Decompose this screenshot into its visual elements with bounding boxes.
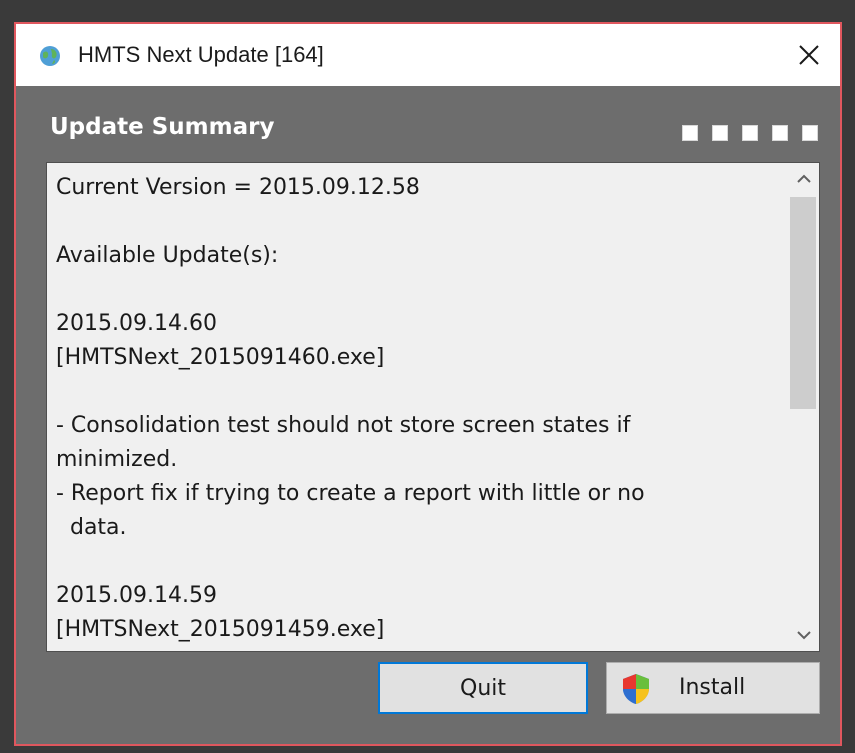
scroll-down-button[interactable] <box>788 619 819 651</box>
close-icon <box>799 45 819 65</box>
summary-line: 2015.09.14.59 <box>56 583 217 608</box>
quit-button[interactable]: Quit <box>378 662 588 714</box>
summary-line: 2015.09.14.60 <box>56 311 217 336</box>
chevron-up-icon <box>796 174 811 183</box>
vertical-scrollbar[interactable] <box>788 163 819 651</box>
globe-icon <box>40 46 60 66</box>
summary-line: - Consolidation test should not store sc… <box>56 413 631 438</box>
summary-line: [HMTSNext_2015091460.exe] <box>56 345 385 370</box>
title-bar[interactable]: HMTS Next Update [164] <box>16 24 840 86</box>
uac-shield-icon <box>623 674 649 704</box>
step-dot <box>802 125 818 141</box>
summary-line <box>56 273 786 307</box>
close-button[interactable] <box>778 24 840 86</box>
scrollbar-thumb[interactable] <box>790 197 816 409</box>
install-button[interactable]: Install <box>606 662 820 714</box>
summary-line: minimized. <box>56 447 178 472</box>
update-summary-textbox[interactable]: Current Version = 2015.09.12.58 Availabl… <box>46 162 820 652</box>
step-dot <box>712 125 728 141</box>
update-dialog: HMTS Next Update [164] Update Summary Cu… <box>14 22 842 746</box>
summary-line <box>56 205 786 239</box>
scroll-up-button[interactable] <box>788 163 819 195</box>
summary-line: data. <box>56 515 127 540</box>
summary-line: - Report fix if trying to create a repor… <box>56 481 645 506</box>
desktop-background: HMTS Next Update [164] Update Summary Cu… <box>0 0 855 753</box>
step-indicator <box>682 125 818 141</box>
quit-button-label: Quit <box>460 675 506 701</box>
summary-line <box>56 375 786 409</box>
chevron-down-icon <box>796 631 811 640</box>
summary-line <box>56 545 786 579</box>
step-dot <box>772 125 788 141</box>
summary-text: Current Version = 2015.09.12.58 Availabl… <box>56 171 786 647</box>
summary-line: Current Version = 2015.09.12.58 <box>56 175 420 200</box>
summary-line: Available Update(s): <box>56 243 279 268</box>
window-title: HMTS Next Update [164] <box>78 42 324 67</box>
install-button-label: Install <box>679 675 746 700</box>
section-heading: Update Summary <box>50 114 275 140</box>
step-dot <box>682 125 698 141</box>
summary-line: [HMTSNext_2015091459.exe] <box>56 617 385 642</box>
step-dot <box>742 125 758 141</box>
